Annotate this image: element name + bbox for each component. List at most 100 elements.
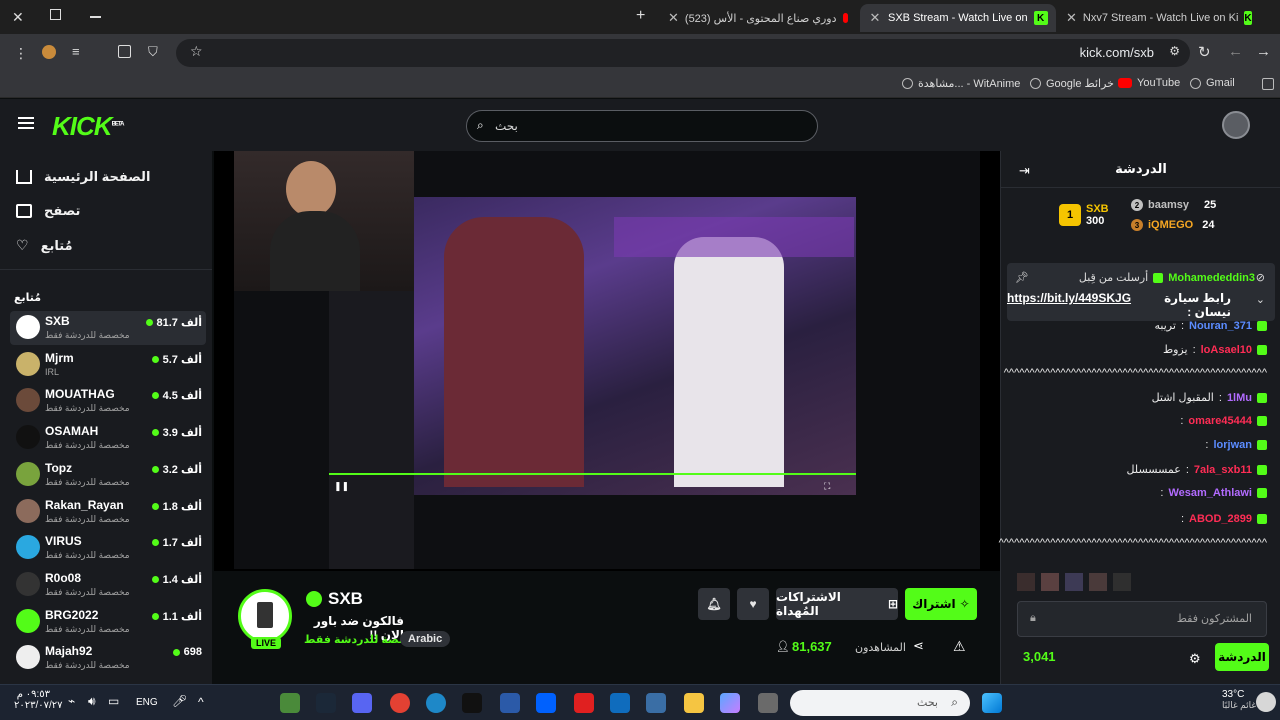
report-warning-icon[interactable]: ⚠ <box>953 638 966 655</box>
nav-following[interactable]: ♡ مُتابع <box>16 237 73 254</box>
copilot-icon[interactable] <box>720 693 740 713</box>
play-pause-icon[interactable]: ❚❚ <box>334 481 349 492</box>
top-gifter-3[interactable]: 3 iQMEGO 24 <box>1131 219 1214 231</box>
dropbox-icon[interactable] <box>536 693 556 713</box>
nav-browse[interactable]: تصفح <box>16 203 80 219</box>
sidebar-channel[interactable]: Topz مخصصة للدردشة فقط 3.2 ألف <box>10 458 206 492</box>
start-button-icon[interactable] <box>982 693 1002 713</box>
weather-widget[interactable]: 33°C غائم غالبًا <box>1222 689 1256 711</box>
close-tab-icon[interactable]: ✕ <box>868 10 882 26</box>
pinned-link[interactable]: https://bit.ly/449SKJG <box>1007 291 1131 319</box>
url-text[interactable]: kick.com/sxb <box>1080 45 1154 60</box>
tab-nxv7[interactable]: ✕ Nxv7 Stream - Watch Live on Ki K <box>1058 4 1258 32</box>
progress-bar[interactable] <box>329 473 856 475</box>
store-icon[interactable] <box>646 693 666 713</box>
menu-dots-icon[interactable]: ⋮ <box>14 45 28 62</box>
volume-icon[interactable]: 🔊︎ <box>88 694 96 709</box>
channel-name[interactable]: SXB <box>328 589 363 609</box>
microphone-icon[interactable]: 🎤︎ <box>172 694 187 708</box>
kick-logo[interactable]: KICKBETA <box>52 111 124 142</box>
playlist-icon[interactable]: ≡ <box>72 44 80 59</box>
network-icon[interactable]: ⌁ <box>68 694 75 708</box>
close-tab-icon[interactable]: ✕ <box>1066 10 1077 26</box>
sidebar-channel[interactable]: SXB مخصصة للدردشة فقط 81.7 ألف <box>10 311 206 345</box>
input-language[interactable]: ENG <box>136 697 158 708</box>
all-bookmarks-icon[interactable] <box>1262 78 1274 90</box>
share-icon[interactable]: ⋖ <box>913 638 924 654</box>
follow-button[interactable]: ♥ <box>737 588 769 620</box>
chat-username[interactable]: omare45444 <box>1188 415 1252 427</box>
video-frame[interactable]: ❚❚ ⛶ <box>234 151 980 569</box>
chat-username[interactable]: Nouran_371 <box>1189 320 1252 332</box>
chat-input[interactable]: المشتركون فقط 🔒︎ <box>1017 601 1267 637</box>
tab-youtube[interactable]: ✕ (523) دوري صناع المحتوى - الأس <box>660 4 856 32</box>
hide-pin-icon[interactable]: ⊘ <box>1256 271 1265 284</box>
minimize-icon[interactable] <box>90 16 101 18</box>
hamburger-menu-icon[interactable] <box>18 117 34 129</box>
display-icon[interactable]: ▭ <box>108 694 119 708</box>
file-explorer-icon[interactable] <box>684 693 704 713</box>
sidebar-channel[interactable]: R0o08 مخصصة للدردشة فقط 1.4 ألف <box>10 568 206 602</box>
sidebar-channel[interactable]: Mjrm IRL 5.7 ألف <box>10 348 206 382</box>
sidebar-channel[interactable]: VIRUS مخصصة للدردشة فقط 1.7 ألف <box>10 531 206 565</box>
close-window-icon[interactable]: ✕ <box>12 9 24 26</box>
app-icon[interactable] <box>574 693 594 713</box>
tab-sxb[interactable]: ✕ SXB Stream - Watch Live on K <box>860 4 1056 32</box>
extensions-puzzle-icon[interactable] <box>118 45 131 58</box>
chrome-icon[interactable] <box>390 693 410 713</box>
bookmark-gmail[interactable]: Gmail <box>1190 77 1235 89</box>
notifications-button[interactable]: 🔔︎ <box>698 588 730 620</box>
chat-settings-gear-icon[interactable]: ⚙ <box>1189 651 1201 667</box>
chevron-down-icon[interactable]: ⌄ <box>1256 293 1265 306</box>
sidebar-channel[interactable]: BRG2022 مخصصة للدردشة فقط 1.1 ألف <box>10 605 206 639</box>
bookmark-star-icon[interactable]: ☆ <box>190 43 203 60</box>
nav-home[interactable]: الصفحة الرئيسية <box>16 169 150 185</box>
search-input[interactable]: ⌕ بحث <box>466 110 818 142</box>
sidebar-channel[interactable]: Majah92 مخصصة للدردشة فقط 698 <box>10 641 206 675</box>
sidebar-channel[interactable]: MOUATHAG مخصصة للدردشة فقط 4.5 ألف <box>10 384 206 418</box>
chat-username[interactable]: lorjwan <box>1213 439 1252 451</box>
bookmark-maps[interactable]: Google خرائط <box>1030 77 1114 90</box>
address-bar[interactable]: ☆ kick.com/sxb ⚙ <box>176 39 1190 67</box>
maximize-icon[interactable] <box>50 9 61 20</box>
chat-username[interactable]: 1lMu <box>1227 392 1252 404</box>
forward-icon[interactable]: ← <box>1228 43 1243 60</box>
subscribe-button[interactable]: اشتراك ✧ <box>905 588 977 620</box>
back-icon[interactable]: → <box>1256 43 1271 60</box>
chat-username[interactable]: ABOD_2899 <box>1189 513 1252 525</box>
pinned-message[interactable]: Mohamededdin3 أرسلت من قِبل 📌︎ ⊘ رابط سي… <box>1007 263 1275 321</box>
bookmark-witanime[interactable]: مشاهدة... - WitAnime <box>902 77 1020 90</box>
chat-username[interactable]: 7ala_sxb11 <box>1194 464 1252 476</box>
clock[interactable]: ٠٩:٥٣ م ٢٠٢٣/٠٧/٢٧ <box>14 689 63 711</box>
language-tag[interactable]: Arabic <box>400 631 451 647</box>
user-avatar[interactable] <box>1222 111 1250 139</box>
video-player[interactable]: ❚❚ ⛶ <box>214 151 1000 571</box>
steam-icon[interactable] <box>316 693 336 713</box>
sidebar-channel[interactable]: Rakan_Rayan مخصصة للدردشة فقط 1.8 ألف <box>10 495 206 529</box>
chat-send-button[interactable]: الدردشة <box>1215 643 1269 671</box>
top-gifter-1[interactable]: 1 SXB 300 <box>1059 203 1109 227</box>
gift-subs-button[interactable]: الاشتراكات المُهداة ⊞ <box>776 588 898 620</box>
discord-icon[interactable] <box>352 693 372 713</box>
top-gifter-2[interactable]: 2 baamsy 25 <box>1131 199 1216 211</box>
epic-games-icon[interactable] <box>462 693 482 713</box>
chat-username[interactable]: loAsael10 <box>1201 344 1252 356</box>
reload-icon[interactable]: ↻ <box>1198 43 1211 61</box>
bookmark-youtube[interactable]: YouTube <box>1118 77 1180 89</box>
shield-icon[interactable]: ⛉ <box>148 44 158 60</box>
outlook-icon[interactable] <box>610 693 630 713</box>
app-icon[interactable] <box>280 693 300 713</box>
fullscreen-icon[interactable]: ⛶ <box>824 481 830 492</box>
app-icon[interactable] <box>500 693 520 713</box>
new-tab-button[interactable]: + <box>636 7 645 25</box>
site-settings-icon[interactable]: ⚙ <box>1169 44 1180 58</box>
app-icon[interactable] <box>758 693 778 713</box>
taskbar-search[interactable]: ⌕ بحث <box>790 690 970 716</box>
channel-avatar[interactable] <box>238 589 292 643</box>
sidebar-channel[interactable]: OSAMAH مخصصة للدردشة فقط 3.9 ألف <box>10 421 206 455</box>
tray-chevron-icon[interactable]: ^ <box>198 695 204 709</box>
channel-points[interactable]: 3,041 <box>1023 649 1056 664</box>
chat-username[interactable]: Wesam_Athlawi <box>1168 487 1252 499</box>
close-tab-icon[interactable]: ✕ <box>668 10 679 26</box>
extension-icon[interactable] <box>42 45 56 59</box>
